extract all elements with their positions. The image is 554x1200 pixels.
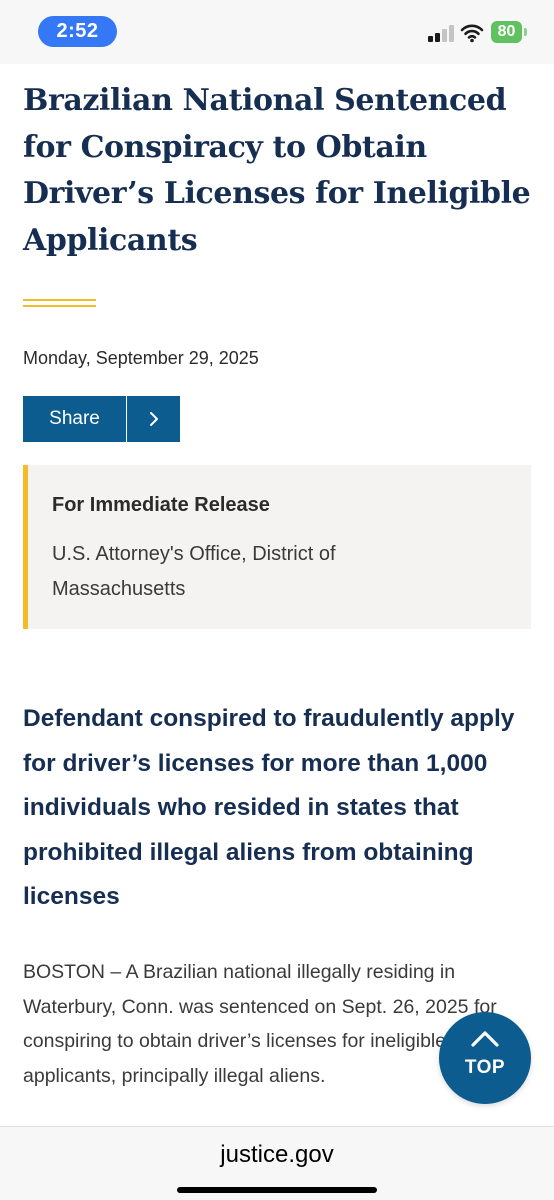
accent-rule: [23, 299, 96, 307]
battery-icon: 80: [491, 21, 529, 43]
home-indicator[interactable]: [177, 1187, 377, 1193]
release-office: U.S. Attorney's Office, District of Mass…: [52, 543, 336, 600]
battery-cap: [524, 28, 527, 36]
status-bar: 2:52 80: [0, 0, 554, 64]
back-to-top-button[interactable]: TOP: [439, 1012, 531, 1104]
battery-level: 80: [491, 21, 522, 43]
browser-domain[interactable]: justice.gov: [0, 1141, 554, 1169]
share-expand-button[interactable]: [127, 396, 180, 442]
wifi-icon: [460, 23, 484, 43]
release-title: For Immediate Release: [52, 494, 270, 516]
back-to-top-label: TOP: [464, 1057, 506, 1078]
share-group: Share: [23, 396, 180, 442]
article-date: Monday, September 29, 2025: [23, 348, 259, 368]
release-box: For Immediate Release U.S. Attorney's Of…: [23, 465, 531, 629]
status-time[interactable]: 2:52: [38, 16, 117, 47]
share-button[interactable]: Share: [23, 396, 127, 442]
signal-icon: [428, 24, 454, 42]
browser-address-bar: justice.gov: [0, 1126, 554, 1200]
article-headline: Brazilian National Sentenced for Conspir…: [23, 83, 531, 258]
chevron-right-icon: [149, 412, 158, 426]
article-subheadline: Defendant conspired to fraudulently appl…: [23, 705, 515, 910]
chevron-up-icon: [471, 1031, 499, 1047]
